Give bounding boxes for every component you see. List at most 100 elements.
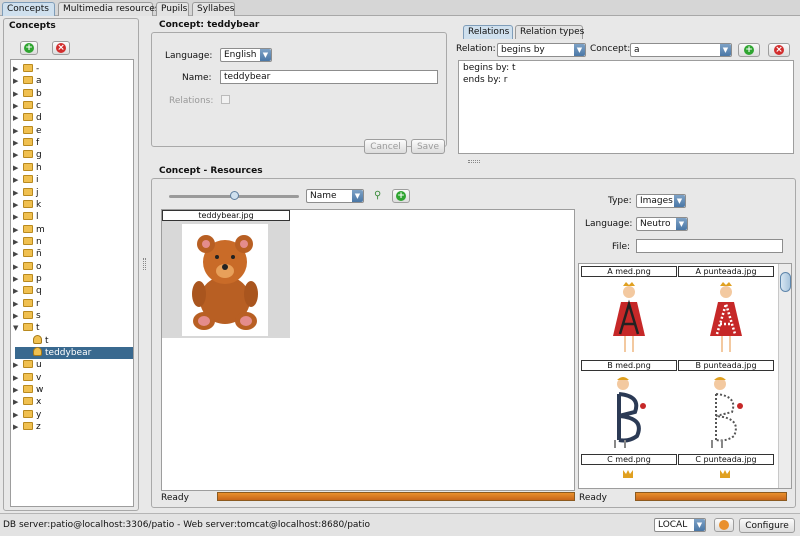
- tree-folder[interactable]: ▶ z: [13, 421, 133, 433]
- gallery-item[interactable]: C med.png: [581, 454, 677, 488]
- tree-folder[interactable]: ▶ p: [13, 273, 133, 285]
- tree-folder[interactable]: ▶ d: [13, 112, 133, 124]
- expand-arrow-icon[interactable]: ▶: [13, 384, 23, 396]
- expand-arrow-icon[interactable]: ▶: [13, 310, 23, 322]
- tree-folder[interactable]: ▶ j: [13, 187, 133, 199]
- tab-concepts[interactable]: Concepts: [2, 2, 55, 16]
- expand-arrow-icon[interactable]: ▶: [13, 298, 23, 310]
- expand-arrow-icon[interactable]: ▶: [13, 137, 23, 149]
- add-resource-button[interactable]: +: [392, 189, 410, 203]
- add-concept-button[interactable]: +: [20, 41, 38, 55]
- expand-arrow-icon[interactable]: ▶: [13, 75, 23, 87]
- expand-arrow-icon[interactable]: ▶: [13, 409, 23, 421]
- add-relation-button[interactable]: +: [738, 43, 760, 57]
- tree-folder[interactable]: ▶ k: [13, 199, 133, 211]
- expand-arrow-icon[interactable]: ▶: [13, 273, 23, 285]
- tree-folder[interactable]: ▶ c: [13, 100, 133, 112]
- expand-arrow-icon[interactable]: ▶: [13, 125, 23, 137]
- expand-arrow-icon[interactable]: ▶: [13, 112, 23, 124]
- tree-folder[interactable]: ▶ n: [13, 236, 133, 248]
- expand-arrow-icon[interactable]: ▶: [13, 174, 23, 186]
- tree-concept-leaf[interactable]: teddybear: [15, 347, 133, 360]
- vertical-split-handle[interactable]: [143, 258, 146, 270]
- tree-folder[interactable]: ▶ v: [13, 372, 133, 384]
- tree-folder[interactable]: ▶ -: [13, 63, 133, 75]
- expand-arrow-icon[interactable]: ▶: [13, 421, 23, 433]
- delete-concept-button[interactable]: ×: [52, 41, 70, 55]
- tree-folder[interactable]: ▶ ñ: [13, 248, 133, 260]
- expand-arrow-icon[interactable]: ▶: [13, 88, 23, 100]
- expand-arrow-icon[interactable]: ▶: [13, 199, 23, 211]
- connection-button[interactable]: [714, 518, 734, 532]
- resource-gallery[interactable]: A med.png A punteada.jpg B med.png B pun…: [578, 263, 792, 489]
- save-button[interactable]: Save: [411, 139, 445, 154]
- language-select[interactable]: English ▼: [220, 48, 272, 62]
- tab-multimedia-resources[interactable]: Multimedia resources: [58, 2, 160, 16]
- expand-arrow-icon[interactable]: ▶: [13, 162, 23, 174]
- tree-folder[interactable]: ▶ x: [13, 396, 133, 408]
- expand-arrow-icon[interactable]: ▶: [13, 149, 23, 161]
- tree-folder[interactable]: ▶ m: [13, 224, 133, 236]
- tree-folder[interactable]: ▶ h: [13, 162, 133, 174]
- expand-arrow-icon[interactable]: ▶: [13, 372, 23, 384]
- relations-list[interactable]: begins by: t ends by: r: [458, 60, 794, 154]
- resource-thumbnail[interactable]: teddybear.jpg: [162, 210, 290, 338]
- expand-arrow-icon[interactable]: ▶: [13, 224, 23, 236]
- zoom-slider-thumb[interactable]: [230, 191, 239, 200]
- tree-folder[interactable]: ▶ f: [13, 137, 133, 149]
- tab-pupils[interactable]: Pupils: [156, 2, 189, 16]
- expand-arrow-icon[interactable]: ▶: [13, 63, 23, 75]
- file-input[interactable]: [636, 239, 783, 253]
- concept-tree[interactable]: ▶ - ▶ a ▶ b ▶ c ▶ d ▶ e ▶ f ▶ g ▶ h ▶ i ▶ j ▶ k ▶ l ▶ m ▶ n ▶ ñ ▶ o ▶ p ▶ q ▶ r…: [10, 59, 134, 507]
- filter-language-select[interactable]: Neutro ▼: [636, 217, 688, 231]
- expand-arrow-icon[interactable]: ▶: [13, 187, 23, 199]
- tree-folder[interactable]: ▶ s: [13, 310, 133, 322]
- tree-folder[interactable]: ▶ o: [13, 261, 133, 273]
- gallery-item[interactable]: C punteada.jpg: [678, 454, 774, 488]
- collapse-arrow-icon[interactable]: ▼: [13, 322, 23, 334]
- tree-folder[interactable]: ▶ b: [13, 88, 133, 100]
- mode-select[interactable]: LOCAL ▼: [654, 518, 706, 532]
- tree-folder[interactable]: ▶ l: [13, 211, 133, 223]
- tree-folder[interactable]: ▶ i: [13, 174, 133, 186]
- tree-folder[interactable]: ▶ u: [13, 359, 133, 371]
- tree-folder[interactable]: ▶ y: [13, 409, 133, 421]
- relation-select[interactable]: begins by ▼: [497, 43, 586, 57]
- tree-folder[interactable]: ▼ t: [13, 322, 133, 334]
- cancel-button[interactable]: Cancel: [364, 139, 407, 154]
- tree-folder[interactable]: ▶ g: [13, 149, 133, 161]
- gallery-item[interactable]: B punteada.jpg: [678, 360, 774, 450]
- relation-concept-select[interactable]: a ▼: [630, 43, 732, 57]
- gallery-scroll-thumb[interactable]: [780, 272, 791, 292]
- tree-folder[interactable]: ▶ r: [13, 298, 133, 310]
- tab-relation-types[interactable]: Relation types: [515, 25, 584, 39]
- tab-relations[interactable]: Relations: [463, 25, 513, 39]
- tree-folder[interactable]: ▶ q: [13, 285, 133, 297]
- tab-syllabes[interactable]: Syllabes: [192, 2, 235, 16]
- configure-button[interactable]: Configure: [739, 518, 795, 533]
- type-select[interactable]: Images ▼: [636, 194, 686, 208]
- tree-concept-leaf[interactable]: t: [33, 334, 133, 347]
- tree-folder[interactable]: ▶ w: [13, 384, 133, 396]
- expand-arrow-icon[interactable]: ▶: [13, 285, 23, 297]
- tree-folder[interactable]: ▶ a: [13, 75, 133, 87]
- expand-arrow-icon[interactable]: ▶: [13, 396, 23, 408]
- name-input[interactable]: teddybear: [220, 70, 438, 84]
- expand-arrow-icon[interactable]: ▶: [13, 248, 23, 260]
- gallery-item[interactable]: A punteada.jpg: [678, 266, 774, 356]
- expand-arrow-icon[interactable]: ▶: [13, 211, 23, 223]
- expand-arrow-icon[interactable]: ▶: [13, 261, 23, 273]
- assigned-resources-area[interactable]: teddybear.jpg: [161, 209, 575, 491]
- expand-arrow-icon[interactable]: ▶: [13, 359, 23, 371]
- relations-checkbox[interactable]: [221, 95, 230, 104]
- expand-arrow-icon[interactable]: ▶: [13, 236, 23, 248]
- sort-select[interactable]: Name ▼: [306, 189, 364, 203]
- gallery-item[interactable]: B med.png: [581, 360, 677, 450]
- delete-relation-button[interactable]: ×: [768, 43, 790, 57]
- zoom-search-icon[interactable]: ⚲: [374, 190, 386, 202]
- gallery-item[interactable]: A med.png: [581, 266, 677, 356]
- folder-icon: [23, 138, 33, 147]
- tree-folder[interactable]: ▶ e: [13, 125, 133, 137]
- expand-arrow-icon[interactable]: ▶: [13, 100, 23, 112]
- gallery-scrollbar[interactable]: [778, 264, 791, 488]
